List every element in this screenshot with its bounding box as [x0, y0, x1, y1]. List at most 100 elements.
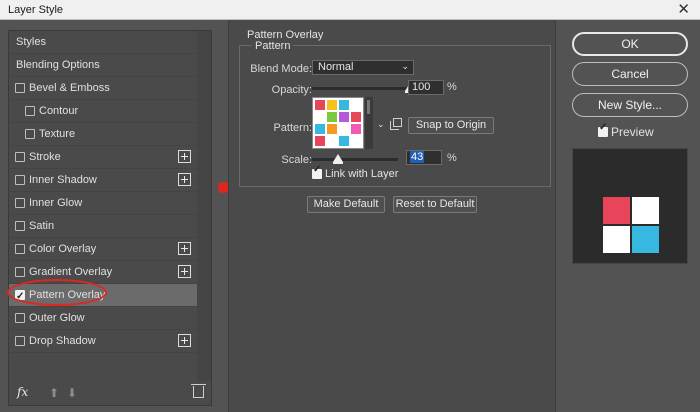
red-circle-annotation	[7, 279, 107, 306]
opacity-percent-sign: %	[447, 81, 457, 93]
style-checkbox-inner-shadow[interactable]	[15, 175, 25, 185]
pattern-cell	[339, 100, 349, 110]
scale-label: Scale:	[281, 154, 312, 166]
pattern-swatch-scrollbar[interactable]	[365, 97, 373, 149]
pattern-picker-chevron-icon[interactable]: ⌄	[377, 119, 385, 130]
layer-style-dialog: Styles Blending Options Bevel & Emboss Cont…	[0, 20, 700, 412]
title-bar: Layer Style ✕	[0, 0, 700, 20]
group-title: Pattern	[252, 40, 294, 52]
pattern-cell	[327, 136, 337, 146]
style-item-label: Texture	[39, 128, 76, 140]
new-style-button[interactable]: New Style...	[572, 93, 688, 117]
style-checkbox-gradient-overlay[interactable]	[15, 267, 25, 277]
style-item-label: Blending Options	[16, 59, 100, 71]
style-checkbox-outer-glow[interactable]	[15, 313, 25, 323]
blend-mode-select[interactable]: Normal ⌄	[312, 60, 414, 75]
snap-to-origin-button[interactable]: Snap to Origin	[408, 117, 494, 134]
preview-cell	[632, 226, 659, 253]
link-with-layer-checkbox[interactable]: Link with Layer	[312, 164, 398, 180]
blend-mode-label: Blend Mode:	[250, 63, 312, 75]
style-item-satin[interactable]: Satin	[9, 215, 197, 238]
ok-button[interactable]: OK	[572, 32, 688, 56]
style-item-label: Stroke	[29, 151, 61, 163]
reset-to-default-button[interactable]: Reset to Default	[393, 196, 477, 213]
style-item-inner-shadow[interactable]: Inner Shadow	[9, 169, 197, 192]
cancel-button[interactable]: Cancel	[572, 62, 688, 86]
pattern-cell	[339, 124, 349, 134]
styles-list: Styles Blending Options Bevel & Emboss Cont…	[7, 31, 197, 381]
style-item-color-overlay[interactable]: Color Overlay	[9, 238, 197, 261]
style-checkbox-texture[interactable]	[25, 129, 35, 139]
style-checkbox-satin[interactable]	[15, 221, 25, 231]
make-default-button[interactable]: Make Default	[307, 196, 385, 213]
preview-checkbox[interactable]: Preview	[598, 122, 654, 139]
scale-percent-sign: %	[447, 152, 457, 164]
style-item-blending-options[interactable]: Blending Options	[9, 54, 197, 77]
scale-value-selected: 43	[410, 151, 425, 163]
style-checkbox-contour[interactable]	[25, 106, 35, 116]
style-item-contour[interactable]: Contour	[9, 100, 197, 123]
style-item-label: Inner Shadow	[29, 174, 97, 186]
style-item-label: Color Overlay	[29, 243, 97, 255]
add-gradient-overlay-icon[interactable]	[178, 265, 191, 278]
style-item-outer-glow[interactable]: Outer Glow	[9, 307, 197, 330]
style-item-label: Satin	[29, 220, 55, 232]
styles-toolbar: fx ⬆ ⬇	[9, 381, 211, 405]
add-inner-shadow-icon[interactable]	[178, 173, 191, 186]
preview-cell	[632, 197, 659, 224]
blend-mode-value: Normal	[318, 61, 354, 73]
scale-input[interactable]: 43	[406, 150, 442, 165]
style-preview	[572, 148, 688, 264]
pattern-cell	[315, 100, 325, 110]
style-item-label: Contour	[39, 105, 79, 117]
close-icon[interactable]: ✕	[677, 1, 690, 19]
add-color-overlay-icon[interactable]	[178, 242, 191, 255]
style-checkbox-color-overlay[interactable]	[15, 244, 25, 254]
new-preset-icon[interactable]	[390, 118, 402, 130]
add-stroke-icon[interactable]	[178, 150, 191, 163]
style-checkbox-inner-glow[interactable]	[15, 198, 25, 208]
link-with-layer-check[interactable]	[312, 164, 322, 180]
pattern-cell	[351, 124, 361, 134]
chevron-down-icon: ⌄	[401, 61, 409, 71]
add-drop-shadow-icon[interactable]	[178, 334, 191, 347]
move-up-icon[interactable]: ⬆	[49, 386, 59, 400]
pattern-cell	[327, 124, 337, 134]
pattern-cell	[351, 136, 361, 146]
pattern-cell	[339, 136, 349, 146]
opacity-label: Opacity:	[271, 84, 312, 96]
style-item-bevel-emboss[interactable]: Bevel & Emboss	[9, 77, 197, 100]
style-item-inner-glow[interactable]: Inner Glow	[9, 192, 197, 215]
style-checkbox-drop-shadow[interactable]	[15, 336, 25, 346]
style-item-styles[interactable]: Styles	[9, 31, 197, 54]
pattern-overlay-panel: Pattern Overlay Blend Mode: Normal ⌄ Opa…	[228, 20, 556, 412]
scale-slider-thumb[interactable]	[332, 154, 343, 164]
opacity-input[interactable]: 100	[408, 80, 444, 95]
pattern-cell	[315, 136, 325, 146]
fx-icon[interactable]: fx	[17, 385, 28, 399]
style-item-pattern-overlay[interactable]: Pattern Overlay	[7, 279, 197, 308]
style-item-label: Drop Shadow	[29, 335, 96, 347]
pattern-cell	[351, 112, 361, 122]
style-checkbox-stroke[interactable]	[15, 152, 25, 162]
pattern-swatch[interactable]	[312, 97, 364, 149]
styles-scrollbar[interactable]	[197, 31, 211, 381]
preview-label: Preview	[611, 125, 654, 139]
style-item-texture[interactable]: Texture	[9, 123, 197, 146]
style-item-stroke[interactable]: Stroke	[9, 146, 197, 169]
scale-slider[interactable]	[312, 154, 398, 164]
pattern-group: Blend Mode: Normal ⌄ Opacity: 100 % Patt…	[239, 45, 551, 187]
move-down-icon[interactable]: ⬇	[67, 386, 77, 400]
pattern-cell	[339, 112, 349, 122]
trash-icon[interactable]	[191, 384, 206, 398]
preview-check[interactable]	[598, 122, 608, 137]
pattern-cell	[351, 100, 361, 110]
opacity-slider[interactable]	[312, 83, 415, 93]
style-checkbox-bevel-emboss[interactable]	[15, 83, 25, 93]
style-item-drop-shadow[interactable]: Drop Shadow	[9, 330, 197, 353]
preview-cell	[603, 226, 630, 253]
pattern-label: Pattern:	[273, 122, 312, 134]
preview-cell	[603, 197, 630, 224]
style-item-label: Styles	[16, 36, 46, 48]
style-item-label: Bevel & Emboss	[29, 82, 110, 94]
